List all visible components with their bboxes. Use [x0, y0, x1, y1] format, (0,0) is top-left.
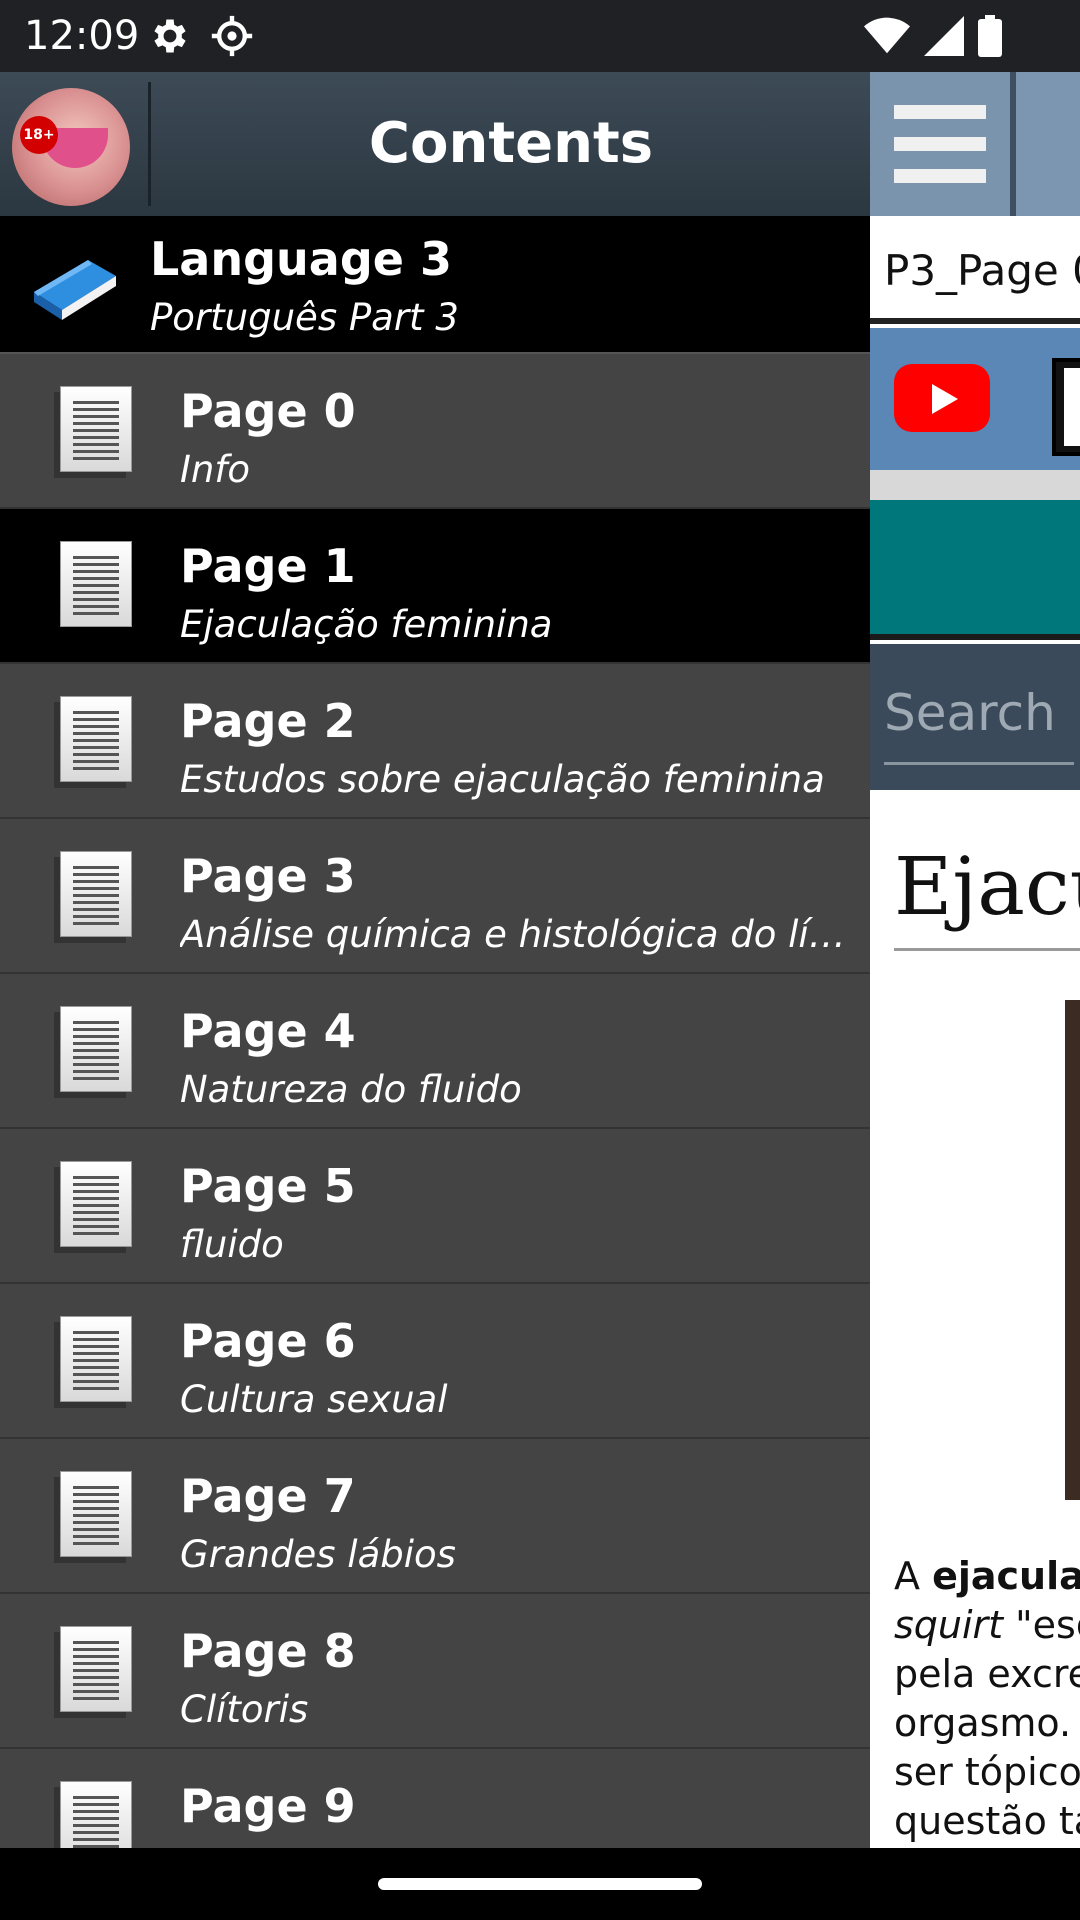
list-item[interactable]: Page 1 Ejaculação feminina [0, 509, 870, 664]
signal-icon [924, 16, 964, 56]
list-item-subtitle: Estudos sobre ejaculação feminina [180, 758, 825, 801]
list-item-title: Page 6 [180, 1314, 356, 1368]
list-item[interactable]: Page 0 Info [0, 354, 870, 509]
search-bar[interactable]: Search [870, 644, 1080, 790]
list-item[interactable]: Page 5 fluido [0, 1129, 870, 1284]
youtube-icon[interactable] [894, 364, 990, 432]
article-text-run: orgasmo. [894, 1701, 1072, 1745]
search-underline [884, 762, 1074, 765]
wifi-icon [864, 17, 910, 54]
article-text-run: "esg [1015, 1603, 1080, 1647]
document-icon [60, 386, 132, 472]
article-text-run: ser tópico [894, 1750, 1080, 1794]
article-title: Ejacu [894, 840, 1080, 933]
article-image [1065, 1000, 1080, 1500]
app-logo: 18+ [12, 88, 130, 206]
document-icon [60, 1626, 132, 1712]
article-text-run: ejaculaç [932, 1554, 1080, 1598]
article-line: orgasmo. [894, 1699, 1080, 1748]
list-item[interactable]: Page 6 Cultura sexual [0, 1284, 870, 1439]
list-item[interactable]: Page 4 Natureza do fluido [0, 974, 870, 1129]
hamburger-menu-icon[interactable] [870, 72, 1016, 216]
title-divider [894, 948, 1080, 951]
list-item[interactable]: Page 2 Estudos sobre ejaculação feminina [0, 664, 870, 819]
status-time: 12:09 [24, 13, 140, 59]
list-item-subtitle: Grandes lábios [180, 1533, 456, 1576]
list-item-subtitle: Natureza do fluido [180, 1068, 522, 1111]
article-line: ser tópico [894, 1748, 1080, 1797]
navigation-drawer: 18+ Contents Language 3 Português Part 3… [0, 72, 870, 1848]
article-text-run: pela excre [894, 1652, 1080, 1696]
document-icon [60, 696, 132, 782]
status-right-icons [864, 14, 1002, 58]
language-section-header[interactable]: Language 3 Português Part 3 [0, 216, 870, 354]
article-text: A ejaculaçsquirt "esgpela excreorgasmo.s… [894, 1552, 1080, 1846]
document-icon [60, 1161, 132, 1247]
list-item[interactable]: Page 3 Análise química e histológica do l… [0, 819, 870, 974]
page-label: P3_Page 0 [870, 216, 1080, 324]
article-line: pela excre [894, 1650, 1080, 1699]
list-item-title: Page 5 [180, 1159, 356, 1213]
article-text-run: questão ta [894, 1799, 1080, 1843]
document-icon [60, 541, 132, 627]
list-item-title: Page 9 [180, 1779, 356, 1833]
list-item-title: Page 3 [180, 849, 356, 903]
article-text-run: A [894, 1554, 933, 1598]
document-icon [60, 1316, 132, 1402]
list-item-title: Page 0 [180, 384, 356, 438]
document-icon [60, 1006, 132, 1092]
list-item-title: Page 8 [180, 1624, 356, 1678]
navigation-bar [0, 1848, 1080, 1920]
list-item[interactable]: Page 8 Clítoris [0, 1594, 870, 1749]
section-subtitle: Português Part 3 [150, 296, 459, 339]
drawer-header: 18+ Contents [0, 72, 870, 216]
document-icon [60, 1781, 132, 1848]
list-item-subtitle: Info [180, 448, 251, 491]
list-item-subtitle: Clítoris [180, 1688, 309, 1731]
book-icon [34, 260, 116, 320]
article-line: A ejaculaç [894, 1552, 1080, 1601]
page-label-text: P3_Page 0 [884, 246, 1080, 295]
list-item-title: Page 1 [180, 539, 356, 593]
document-icon [60, 851, 132, 937]
article-text-run: squirt [894, 1603, 1004, 1647]
spacer [870, 470, 1080, 500]
list-item-title: Page 4 [180, 1004, 356, 1058]
status-bar: 12:09 [0, 0, 1080, 72]
list-item-title: Page 7 [180, 1469, 356, 1523]
battery-icon [978, 15, 1002, 57]
list-item-title: Page 2 [180, 694, 356, 748]
search-input[interactable]: Search [884, 684, 1056, 742]
list-item-subtitle: Análise química e histológica do líquido [180, 913, 866, 956]
section-title: Language 3 [150, 232, 452, 286]
media-bar [870, 328, 1080, 470]
list-item[interactable]: Page 7 Grandes lábios [0, 1439, 870, 1594]
crosshair-icon [211, 15, 253, 57]
article-line: squirt "esg [894, 1601, 1080, 1650]
document-icon[interactable] [1052, 358, 1080, 456]
page-list: Page 0 Info Page 1 Ejaculação feminina Page … [0, 354, 870, 1848]
document-icon [60, 1471, 132, 1557]
article-line: questão ta [894, 1797, 1080, 1846]
list-item-subtitle: fluido [180, 1223, 284, 1266]
list-item[interactable]: Page 9 [0, 1749, 870, 1848]
drawer-title: Contents [368, 111, 654, 176]
settings-icon [154, 19, 186, 53]
banner [870, 500, 1080, 640]
home-gesture-handle[interactable] [378, 1878, 702, 1890]
header-divider [148, 82, 151, 206]
list-item-subtitle: Cultura sexual [180, 1378, 448, 1421]
list-item-subtitle: Ejaculação feminina [180, 603, 553, 646]
